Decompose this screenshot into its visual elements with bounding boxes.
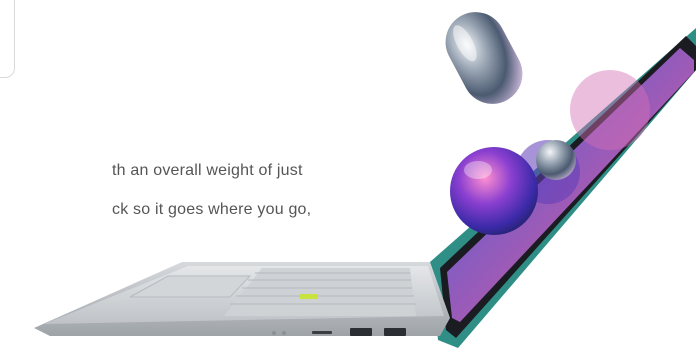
floating-capsule: [445, 12, 523, 104]
enter-key-highlight: [300, 294, 318, 299]
usb-port: [384, 328, 406, 336]
laptop-image: [34, 12, 696, 348]
usb-port: [350, 328, 372, 336]
indicator-light: [282, 331, 286, 335]
card-slot: [312, 331, 332, 334]
indicator-light: [272, 331, 276, 335]
floating-sphere: [450, 147, 538, 235]
small-chrome-sphere: [536, 140, 576, 180]
